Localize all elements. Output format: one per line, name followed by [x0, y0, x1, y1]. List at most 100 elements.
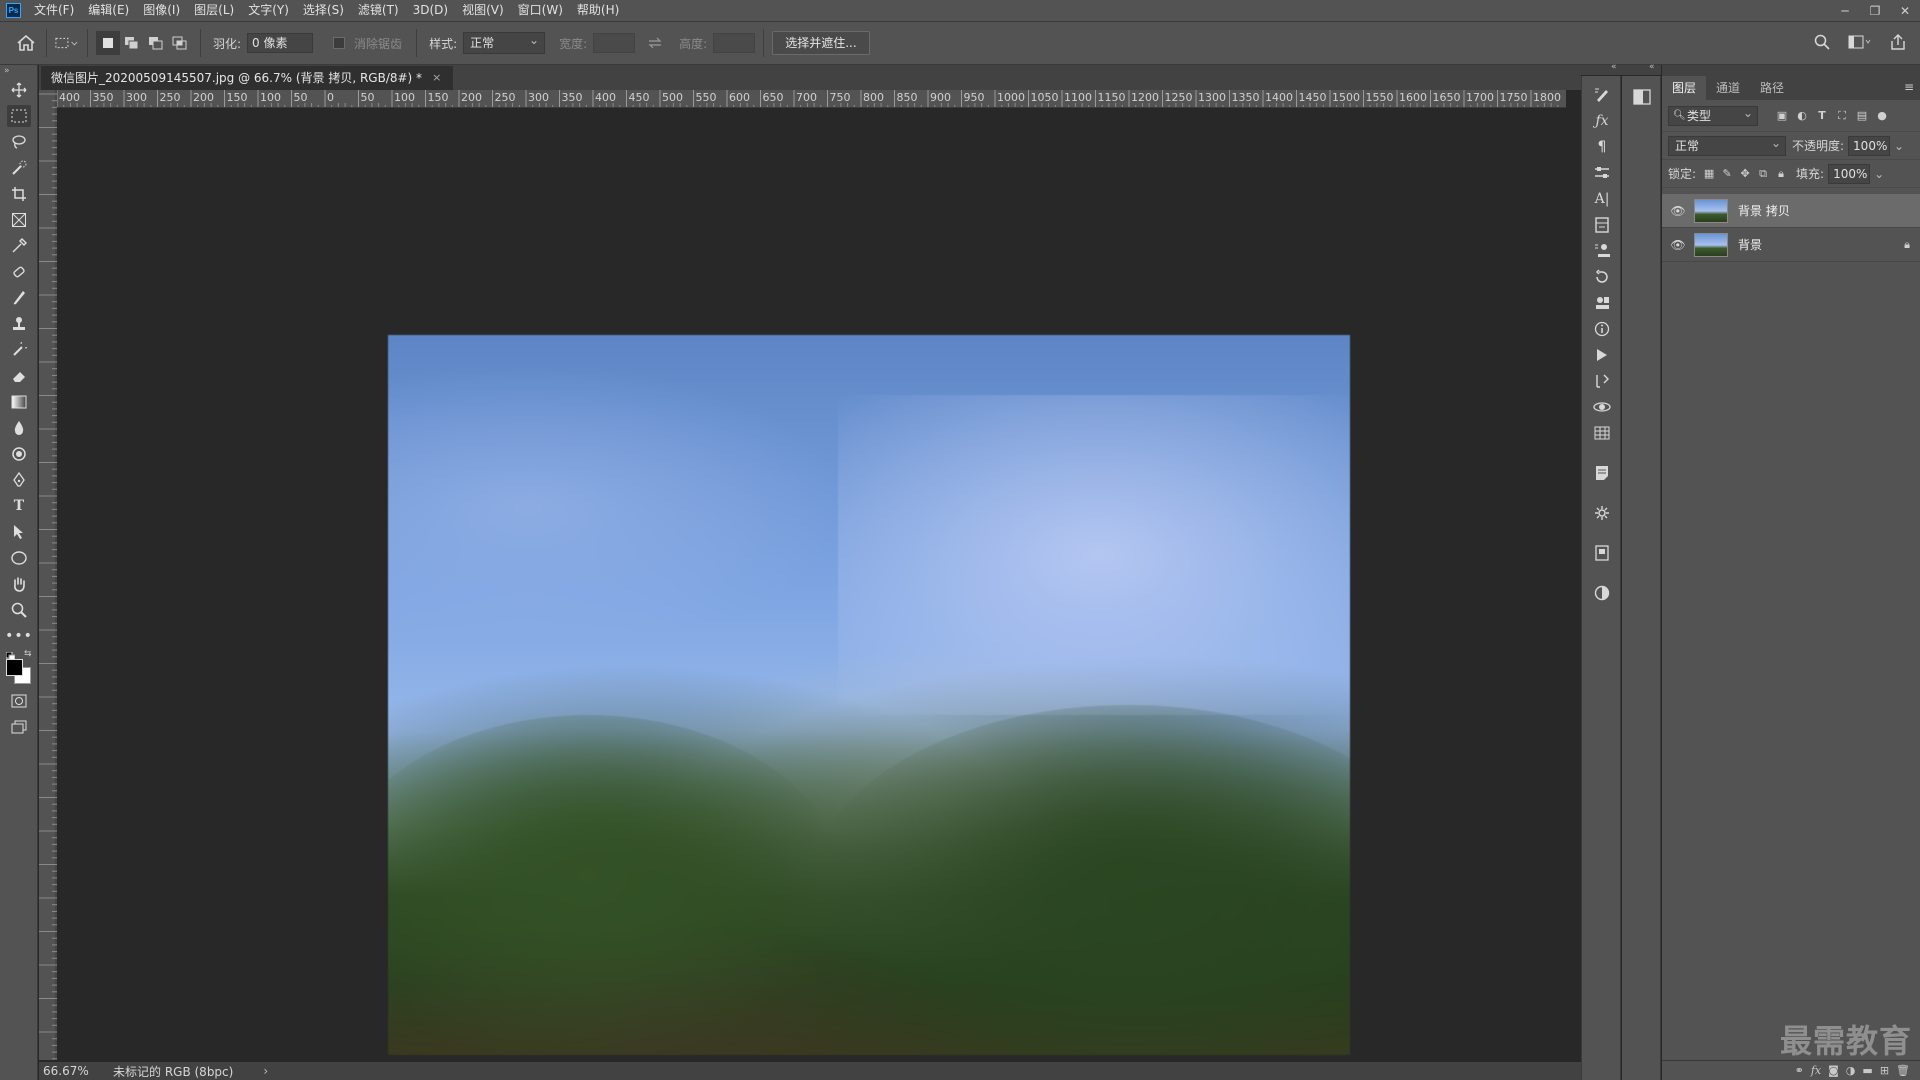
filter-type-icon[interactable]: T — [1812, 109, 1832, 122]
swap-dimensions-icon[interactable] — [643, 31, 667, 55]
filter-smart-object-icon[interactable]: ▤ — [1852, 109, 1872, 122]
toolbar-collapse-icon[interactable]: » — [4, 66, 10, 76]
new-layer-icon[interactable]: ⊞ — [1880, 1064, 1889, 1077]
menu-view[interactable]: 视图(V) — [455, 0, 511, 21]
clone-stamp-tool-icon[interactable] — [7, 313, 31, 335]
close-button[interactable]: ✕ — [1890, 0, 1920, 21]
dock-collapse-bar[interactable]: « « — [1581, 62, 1661, 75]
close-tab-icon[interactable]: × — [432, 66, 441, 90]
width-input[interactable] — [593, 33, 636, 53]
healing-brush-tool-icon[interactable] — [7, 261, 31, 283]
layer-kind-filter[interactable]: 🔍︎ 类型 — [1668, 104, 1758, 126]
eyedropper-tool-icon[interactable] — [7, 235, 31, 257]
menu-layer[interactable]: 图层(L) — [187, 0, 241, 21]
ellipse-tool-icon[interactable] — [7, 547, 31, 569]
lasso-tool-icon[interactable] — [7, 131, 31, 153]
fill-dropdown-icon[interactable]: ⌄ — [1874, 167, 1884, 181]
opacity-input[interactable]: 100% — [1848, 135, 1891, 156]
frame-tool-icon[interactable] — [7, 209, 31, 231]
lock-transparent-pixels-icon[interactable]: ▦ — [1700, 167, 1718, 180]
type-tool-icon[interactable]: T — [7, 495, 31, 517]
height-input[interactable] — [713, 33, 756, 53]
blur-tool-icon[interactable] — [7, 417, 31, 439]
swatches-panel-icon[interactable] — [1590, 542, 1614, 564]
subtract-selection-icon[interactable] — [144, 31, 168, 55]
path-selection-tool-icon[interactable] — [7, 521, 31, 543]
visibility-eye-icon[interactable]: 👁︎ — [1662, 204, 1694, 218]
lock-artboard-icon[interactable]: ⧉ — [1754, 167, 1772, 181]
history-brush-tool-icon[interactable] — [7, 339, 31, 361]
menu-help[interactable]: 帮助(H) — [570, 0, 626, 21]
brush-presets-icon[interactable]: ƒx — [1590, 110, 1614, 132]
minimize-button[interactable]: ─ — [1830, 0, 1860, 21]
adjustments-sliders-icon[interactable] — [1590, 162, 1614, 184]
foreground-color-swatch[interactable] — [6, 659, 23, 676]
layer-lock-icon[interactable]: 🔒︎ — [1894, 238, 1920, 252]
color-panel-icon[interactable] — [1590, 582, 1614, 604]
gradient-tool-icon[interactable] — [7, 391, 31, 413]
layer-name[interactable]: 背景 — [1738, 236, 1894, 253]
clone-source-icon[interactable] — [1590, 240, 1614, 262]
filter-shape-icon[interactable]: ⛶ — [1832, 109, 1852, 123]
lock-image-pixels-icon[interactable]: ✎ — [1718, 167, 1736, 180]
menu-file[interactable]: 文件(F) — [27, 0, 81, 21]
tool-presets-icon[interactable] — [1590, 292, 1614, 314]
vertical-ruler[interactable] — [39, 90, 57, 1060]
more-tools-icon[interactable]: ••• — [5, 625, 32, 647]
rectangular-marquee-tool-icon[interactable] — [7, 105, 31, 127]
info-icon[interactable] — [1590, 318, 1614, 340]
visibility-eye-icon[interactable]: 👁︎ — [1662, 238, 1694, 252]
new-group-folder-icon[interactable]: ▬ — [1862, 1064, 1872, 1077]
search-icon[interactable] — [1810, 30, 1834, 54]
character-icon[interactable]: A| — [1590, 188, 1614, 210]
status-menu-arrow-icon[interactable]: › — [263, 1064, 268, 1078]
pen-tool-icon[interactable] — [7, 469, 31, 491]
move-tool-icon[interactable] — [7, 79, 31, 101]
brush-tool-icon[interactable] — [7, 287, 31, 309]
restore-button[interactable]: ❐ — [1860, 0, 1890, 21]
canvas-area[interactable] — [57, 108, 1566, 1062]
dock-collapse-icon[interactable]: « — [1649, 62, 1655, 72]
document-image[interactable] — [388, 335, 1350, 1055]
new-adjustment-layer-icon[interactable]: ◑ — [1846, 1064, 1856, 1077]
add-selection-icon[interactable] — [120, 31, 144, 55]
marquee-preset-icon[interactable] — [55, 31, 79, 55]
layer-style-fx-icon[interactable]: fx — [1811, 1064, 1821, 1077]
properties-table-icon[interactable] — [1590, 422, 1614, 444]
libraries-icon[interactable] — [1590, 214, 1614, 236]
eraser-tool-icon[interactable] — [7, 365, 31, 387]
dodge-tool-icon[interactable] — [7, 443, 31, 465]
brush-settings-icon[interactable] — [1590, 84, 1614, 106]
document-tab[interactable]: 微信图片_20200509145507.jpg @ 66.7% (背景 拷贝, … — [41, 66, 454, 90]
dock-collapse-icon[interactable]: « — [1611, 62, 1617, 72]
link-layers-icon[interactable]: ⚭ — [1795, 1064, 1804, 1077]
notes-icon[interactable] — [1590, 462, 1614, 484]
horizontal-ruler[interactable]: 400 350 300 250 200 150 100 50 0 50 100 150 200 250 30… — [57, 90, 1566, 108]
menu-type[interactable]: 文字(Y) — [241, 0, 296, 21]
lock-position-icon[interactable]: ✥ — [1736, 167, 1754, 180]
properties-panel-icon[interactable] — [1630, 86, 1654, 108]
home-icon[interactable] — [14, 31, 38, 55]
menu-3d[interactable]: 3D(D) — [406, 0, 455, 21]
default-colors-icon[interactable] — [5, 650, 16, 662]
share-icon[interactable] — [1886, 30, 1910, 54]
filter-pixel-icon[interactable]: ▣ — [1772, 109, 1792, 122]
tab-paths[interactable]: 路径 — [1750, 76, 1794, 100]
measurement-log-icon[interactable] — [1590, 370, 1614, 392]
filter-toggle-icon[interactable]: ● — [1872, 109, 1892, 122]
paragraph-icon[interactable]: ¶ — [1590, 136, 1614, 158]
style-select[interactable]: 正常 — [463, 30, 546, 54]
add-mask-icon[interactable]: ◙ — [1828, 1064, 1839, 1077]
delete-layer-trash-icon[interactable]: 🗑︎ — [1896, 1064, 1910, 1077]
opacity-dropdown-icon[interactable]: ⌄ — [1894, 139, 1904, 153]
lock-all-icon[interactable]: 🔒︎ — [1772, 167, 1790, 181]
zoom-tool-icon[interactable] — [7, 599, 31, 621]
feather-input[interactable]: 0 像素 — [247, 33, 314, 53]
new-selection-icon[interactable] — [96, 31, 120, 55]
screen-mode-icon[interactable] — [7, 716, 31, 738]
actions-play-icon[interactable] — [1590, 344, 1614, 366]
layer-name[interactable]: 背景 拷贝 — [1738, 202, 1920, 219]
filter-adjustment-icon[interactable]: ◐ — [1792, 109, 1812, 122]
blend-mode-select[interactable]: 正常 — [1668, 134, 1786, 156]
layer-row-background[interactable]: 👁︎ 背景 🔒︎ — [1662, 228, 1920, 262]
